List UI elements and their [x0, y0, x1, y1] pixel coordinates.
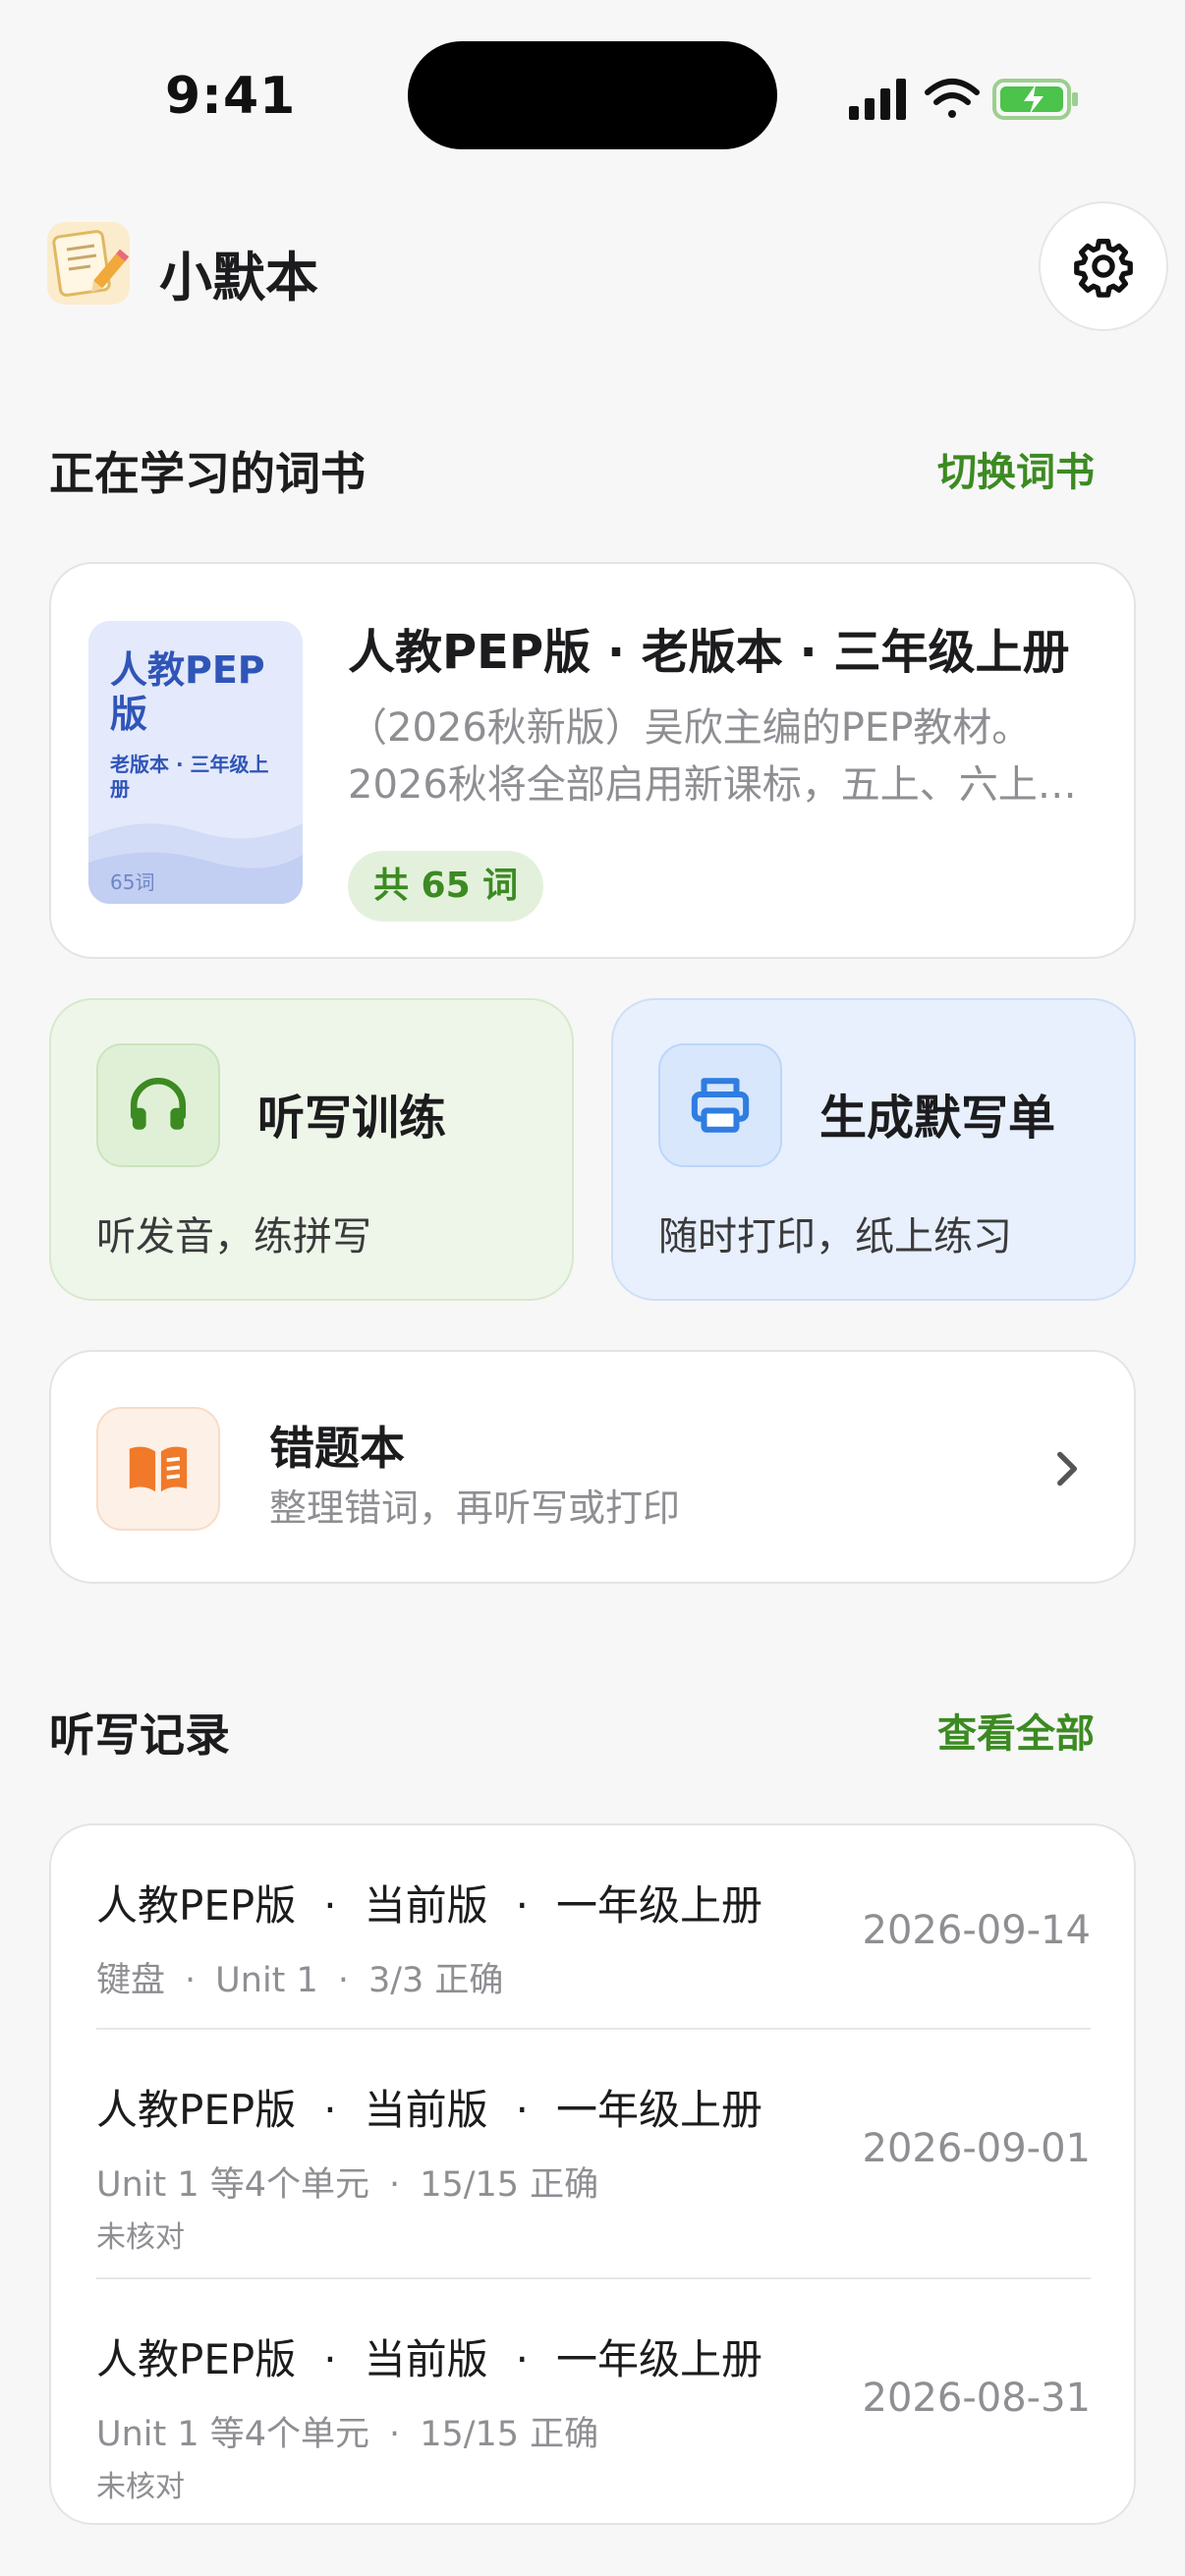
switch-book-link[interactable]: 切换词书: [937, 440, 1095, 497]
printer-icon: [691, 1078, 750, 1133]
record-scope: Unit 1 等4个单元: [96, 2415, 370, 2454]
current-book-card[interactable]: 人教PEP版 老版本 · 三年级上册 65词 人教PEP版 · 老版本 · 三年…: [49, 562, 1136, 959]
record-score: 15/15 正确: [420, 2165, 599, 2205]
settings-button[interactable]: [1039, 201, 1168, 331]
record-score: 15/15 正确: [420, 2415, 599, 2454]
book-description-line: （2026秋新版）吴欣主编的PEP教材。: [348, 705, 1032, 751]
record-date: 2026-09-01: [862, 2126, 1091, 2171]
record-version: 当前版: [364, 2335, 488, 2383]
cover-word-count: 65词: [110, 870, 155, 894]
dynamic-island: [408, 41, 777, 149]
record-row[interactable]: 人教PEP版 · 当前版 · 一年级上册 Unit 1 等4个单元 · 15/15 正确 未…: [96, 2326, 1091, 2504]
wifi-icon: [925, 79, 980, 118]
dictation-title: 听写训练: [257, 1091, 447, 1146]
dictation-training-card[interactable]: 听写训练 听发音，练拼写: [49, 998, 574, 1301]
notepad-pencil-icon: [52, 230, 130, 297]
record-score: 3/3 正确: [367, 1961, 504, 2000]
headphones-icon: [130, 1078, 187, 1130]
book-title: 人教PEP版 · 老版本 · 三年级上册: [348, 625, 1070, 680]
signal-icon: [849, 79, 906, 120]
record-book: 人教PEP版: [96, 1881, 297, 1930]
record-date: 2026-08-31: [862, 2376, 1091, 2421]
print-icon-box: [658, 1043, 782, 1167]
app-logo: [47, 222, 130, 305]
record-unit: 键盘: [96, 1961, 166, 2000]
view-all-link[interactable]: 查看全部: [937, 1702, 1095, 1759]
record-grade: 一年级上册: [555, 1881, 762, 1930]
mistake-book-subtitle: 整理错词，再听写或打印: [269, 1486, 681, 1530]
record-grade: 一年级上册: [555, 2335, 762, 2383]
cover-title: 人教PEP版: [110, 648, 265, 736]
record-meta: 键盘 · Unit 1 · 3/3 正确: [96, 1961, 504, 2000]
record-version: 当前版: [364, 2086, 488, 2134]
mistake-book-card[interactable]: 错题本 整理错词，再听写或打印: [49, 1350, 1136, 1584]
app-title: 小默本: [159, 247, 318, 308]
record-scope: Unit 1: [215, 1961, 318, 2000]
record-row[interactable]: 人教PEP版 · 当前版 · 一年级上册 Unit 1 等4个单元 · 15/15 正确 未…: [96, 2077, 1091, 2255]
gear-icon: [1074, 239, 1133, 298]
records-section-title: 听写记录: [49, 1708, 230, 1762]
book-cover: 人教PEP版 老版本 · 三年级上册 65词: [88, 621, 303, 904]
word-count-badge: 共 65 词: [348, 851, 544, 922]
record-note: 未核对: [96, 2220, 185, 2255]
record-version: 当前版: [364, 1881, 488, 1930]
book-description: （2026秋新版）吴欣主编的PEP教材。 2026秋将全部启用新课标，五上、六上…: [348, 700, 1104, 813]
dictation-icon-box: [96, 1043, 220, 1167]
record-grade: 一年级上册: [555, 2086, 762, 2134]
record-book: 人教PEP版: [96, 2086, 297, 2134]
divider: [96, 2028, 1091, 2030]
records-list: 人教PEP版 · 当前版 · 一年级上册 键盘 · Unit 1 · 3/3 正确 2026-0…: [49, 1823, 1136, 2525]
book-description-line: 2026秋将全部启用新课标，五上、六上还在用老版本: [348, 762, 1104, 808]
mistake-icon-box: [96, 1407, 220, 1531]
status-icons: [849, 79, 1078, 120]
battery-charging-icon: [992, 79, 1078, 120]
record-row[interactable]: 人教PEP版 · 当前版 · 一年级上册 键盘 · Unit 1 · 3/3 正确 2026-0…: [96, 1873, 1091, 2010]
status-bar: 9:41: [0, 0, 1185, 187]
record-date: 2026-09-14: [862, 1908, 1091, 1953]
record-book: 人教PEP版: [96, 2335, 297, 2383]
generate-sheet-card[interactable]: 生成默写单 随时打印，纸上练习: [611, 998, 1136, 1301]
cover-subtitle: 老版本 · 三年级上册: [110, 753, 269, 801]
divider: [96, 2277, 1091, 2279]
generate-sheet-title: 生成默写单: [819, 1091, 1056, 1146]
generate-sheet-subtitle: 随时打印，纸上练习: [658, 1214, 1012, 1260]
record-scope: Unit 1 等4个单元: [96, 2165, 370, 2205]
chevron-right-icon: [1057, 1451, 1078, 1486]
current-book-section-title: 正在学习的词书: [49, 447, 366, 500]
open-book-icon: [129, 1446, 188, 1492]
status-time: 9:41: [165, 67, 297, 126]
mistake-book-title: 错题本: [269, 1422, 405, 1475]
record-note: 未核对: [96, 2470, 185, 2504]
dictation-subtitle: 听发音，练拼写: [96, 1214, 371, 1260]
